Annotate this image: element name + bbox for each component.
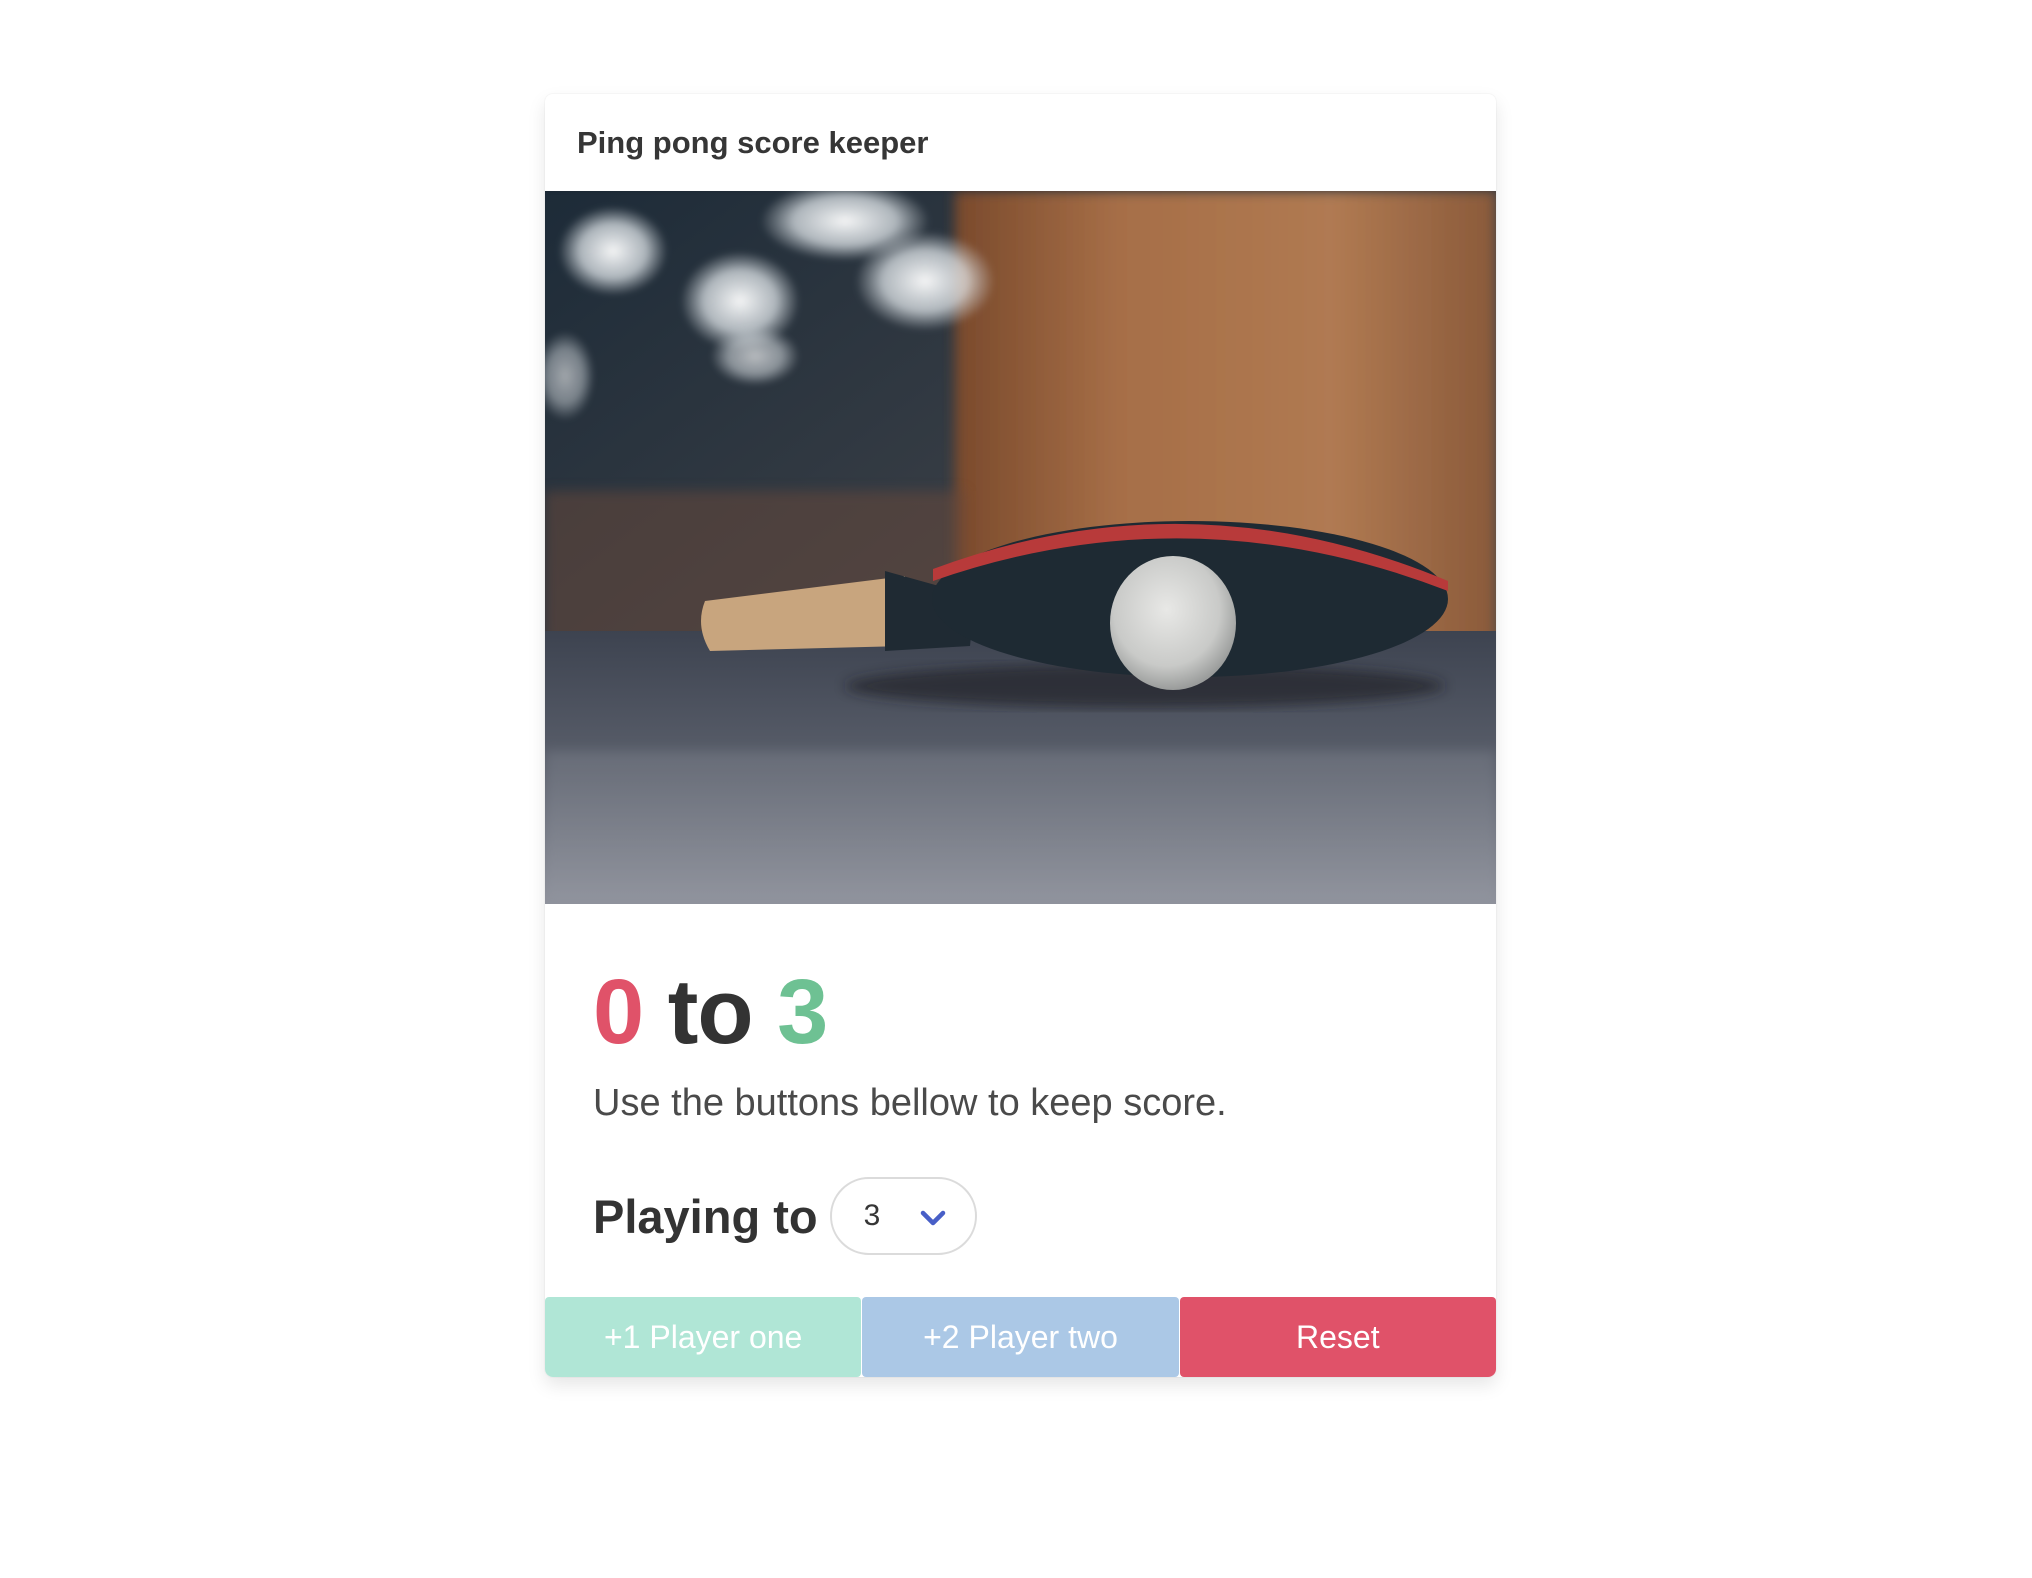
player-one-button[interactable]: +1 Player one — [545, 1297, 862, 1377]
player-two-button[interactable]: +2 Player two — [862, 1297, 1179, 1377]
winning-score-value: 3 — [863, 1199, 881, 1232]
playing-to-row: Playing to 3 — [593, 1177, 1448, 1255]
score-separator: to — [667, 961, 754, 1063]
instructions-text: Use the buttons bellow to keep score. — [593, 1082, 1227, 1124]
player-one-score: 0 — [593, 961, 644, 1063]
score-keeper-card: Ping pong score keeper 0 to 3 Use the bu… — [545, 94, 1496, 1377]
winning-score-select[interactable]: 3 — [829, 1177, 977, 1255]
card-title: Ping pong score keeper — [577, 124, 929, 160]
score-display: 0 to 3 — [593, 966, 1448, 1058]
card-header: Ping pong score keeper — [545, 94, 1496, 191]
ping-pong-photo — [545, 191, 1496, 904]
playing-to-label: Playing to — [593, 1189, 818, 1243]
card-footer: +1 Player one +2 Player two Reset — [545, 1297, 1496, 1377]
player-two-score: 3 — [777, 961, 828, 1063]
card-content: 0 to 3 Use the buttons bellow to keep sc… — [545, 904, 1496, 1255]
chevron-down-icon — [919, 1203, 947, 1237]
reset-button[interactable]: Reset — [1179, 1297, 1496, 1377]
